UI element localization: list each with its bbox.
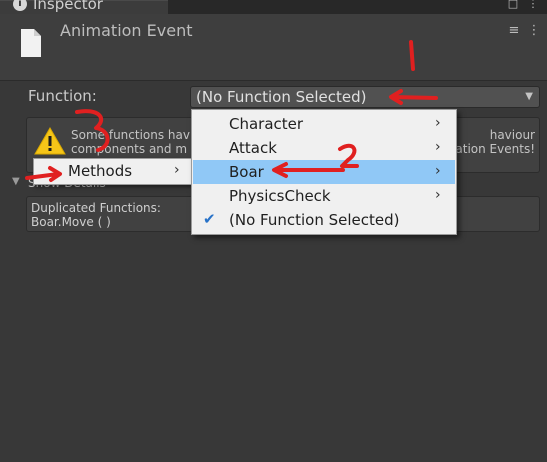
- more-menu-icon[interactable]: ⋮: [526, 0, 540, 11]
- tab-title: Inspector: [33, 0, 103, 13]
- checkmark-icon: ✔: [203, 210, 216, 228]
- warning-line2-left: components and m: [71, 142, 188, 156]
- function-dropdown[interactable]: (No Function Selected) ▼: [190, 86, 540, 108]
- header-more-icon[interactable]: ⋮: [526, 23, 542, 39]
- menu-item-label: Attack: [229, 139, 277, 157]
- menu-item-character[interactable]: Character ›: [193, 112, 455, 136]
- chevron-right-icon: ›: [435, 115, 441, 131]
- lock-icon[interactable]: □: [506, 0, 520, 11]
- file-icon: [21, 29, 41, 57]
- tab-strip: i Inspector □ ⋮: [0, 0, 547, 15]
- menu-item-label: Character: [229, 115, 304, 133]
- menu-item-label: Boar: [229, 163, 264, 181]
- inspector-header: Animation Event ≡ ⋮: [0, 14, 547, 81]
- chevron-right-icon: ›: [435, 187, 441, 203]
- menu-item-boar[interactable]: Boar ›: [193, 160, 455, 184]
- menu-item-attack[interactable]: Attack ›: [193, 136, 455, 160]
- chevron-right-icon: ›: [435, 139, 441, 155]
- header-title: Animation Event: [60, 21, 193, 40]
- foldout-arrow-icon[interactable]: ▼: [12, 176, 20, 187]
- function-menu: Character › Attack › Boar › PhysicsCheck…: [191, 109, 457, 235]
- menu-item-no-function[interactable]: ✔ (No Function Selected): [193, 208, 455, 232]
- settings-sliders-icon[interactable]: ≡: [506, 23, 522, 39]
- methods-menu-item[interactable]: Methods: [68, 162, 132, 180]
- duplicated-title: Duplicated Functions:: [31, 201, 161, 215]
- tab-inspector[interactable]: i Inspector: [0, 0, 168, 15]
- menu-item-label: PhysicsCheck: [229, 187, 331, 205]
- menu-item-physicscheck[interactable]: PhysicsCheck ›: [193, 184, 455, 208]
- menu-item-label: (No Function Selected): [229, 211, 400, 229]
- function-dropdown-value: (No Function Selected): [196, 88, 367, 106]
- warning-line1-right: haviour: [489, 128, 535, 142]
- methods-menu: Methods ›: [33, 158, 194, 185]
- chevron-right-icon: ›: [435, 163, 441, 179]
- warning-line1-left: Some functions hav: [71, 128, 190, 142]
- warning-line2-right: ation Events!: [455, 142, 535, 156]
- duplicated-item: Boar.Move ( ): [31, 215, 111, 229]
- chevron-right-icon: ›: [174, 162, 180, 178]
- dropdown-arrow-icon: ▼: [525, 91, 533, 102]
- info-icon: i: [13, 0, 27, 11]
- warning-icon: [34, 126, 66, 155]
- function-label: Function:: [28, 87, 97, 105]
